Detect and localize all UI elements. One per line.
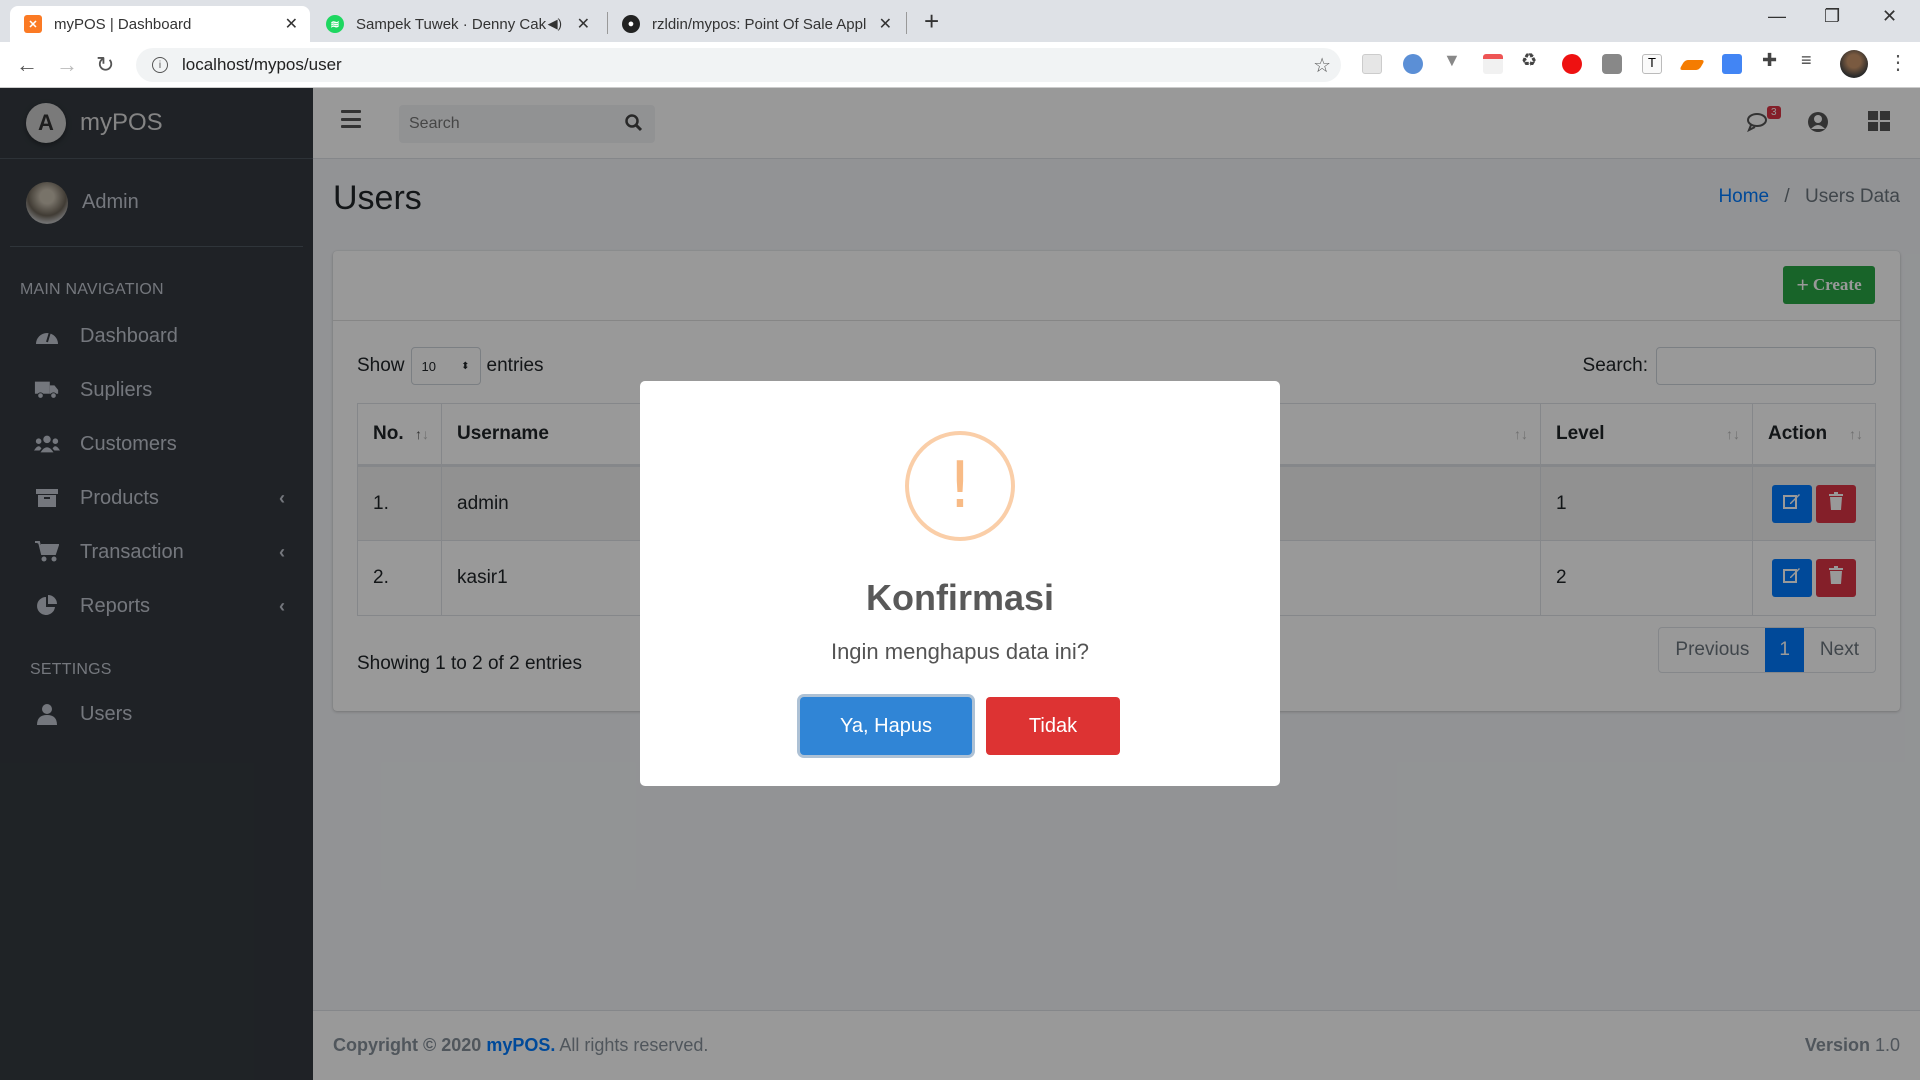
- browser-tab-mypos[interactable]: ✕ myPOS | Dashboard ✕: [10, 6, 310, 42]
- extension-recycle-icon[interactable]: ♻: [1521, 50, 1541, 70]
- bookmark-star-icon[interactable]: ☆: [1313, 53, 1331, 78]
- confirm-delete-button[interactable]: Ya, Hapus: [800, 697, 972, 755]
- extensions-puzzle-icon[interactable]: ✚: [1762, 50, 1782, 70]
- new-tab-button[interactable]: +: [924, 6, 939, 37]
- tab-separator: [906, 12, 907, 34]
- dialog-actions: Ya, Hapus Tidak: [640, 697, 1280, 755]
- browser-toolbar: ← → ↻ i localhost/mypos/user ☆ ▼ ♻ T ✚ ≡…: [0, 42, 1920, 88]
- dialog-title: Konfirmasi: [865, 577, 1055, 618]
- extension-ring-icon[interactable]: [1403, 54, 1423, 74]
- browser-menu-icon[interactable]: ⋮: [1888, 50, 1908, 75]
- extension-pocket-icon[interactable]: [1362, 54, 1382, 74]
- extension-translate-icon[interactable]: [1722, 54, 1742, 74]
- back-button[interactable]: ←: [16, 52, 38, 78]
- minimize-button[interactable]: —: [1768, 6, 1786, 27]
- reload-button[interactable]: ↻: [96, 52, 114, 78]
- tab-title: myPOS | Dashboard: [54, 15, 192, 33]
- extension-camera-icon[interactable]: [1602, 54, 1622, 74]
- spotify-icon: ≋: [326, 15, 344, 33]
- media-control-icon[interactable]: ≡: [1801, 50, 1821, 70]
- window-close-button[interactable]: ✕: [1882, 6, 1897, 27]
- tab-title: rzldin/mypos: Point Of Sale Appli: [652, 15, 867, 33]
- close-tab-icon[interactable]: ✕: [285, 14, 298, 34]
- address-bar[interactable]: i localhost/mypos/user ☆: [136, 48, 1341, 82]
- github-icon: ●: [622, 15, 640, 33]
- extension-text-icon[interactable]: T: [1642, 54, 1662, 74]
- warning-icon: !: [905, 431, 1015, 541]
- close-tab-icon[interactable]: ✕: [879, 14, 892, 34]
- browser-tab-github[interactable]: ● rzldin/mypos: Point Of Sale Appli ✕: [608, 6, 904, 42]
- cancel-button[interactable]: Tidak: [986, 697, 1120, 755]
- extension-orange-icon[interactable]: [1679, 60, 1705, 70]
- close-tab-icon[interactable]: ✕: [577, 14, 590, 34]
- url-text: localhost/mypos/user: [182, 55, 342, 74]
- tab-title: Sampek Tuwek · Denny Cakn: [356, 15, 546, 33]
- audio-playing-icon[interactable]: ◀︎): [548, 16, 562, 32]
- site-info-icon[interactable]: i: [152, 57, 168, 73]
- extension-calendar-icon[interactable]: [1483, 54, 1503, 74]
- browser-tab-spotify[interactable]: ≋ Sampek Tuwek · Denny Cakn ◀︎) ✕: [312, 6, 602, 42]
- profile-avatar[interactable]: [1840, 50, 1868, 78]
- extension-adblock-icon[interactable]: [1562, 54, 1582, 74]
- forward-button[interactable]: →: [56, 52, 78, 78]
- dialog-message: Ingin menghapus data ini?: [830, 639, 1090, 664]
- xampp-icon: ✕: [24, 15, 42, 33]
- confirm-dialog: ! Konfirmasi Ingin menghapus data ini? Y…: [640, 381, 1280, 786]
- browser-tab-strip: ✕ myPOS | Dashboard ✕ ≋ Sampek Tuwek · D…: [0, 0, 1920, 42]
- extension-v-icon[interactable]: ▼: [1443, 50, 1463, 70]
- restore-button[interactable]: ❐: [1824, 6, 1840, 27]
